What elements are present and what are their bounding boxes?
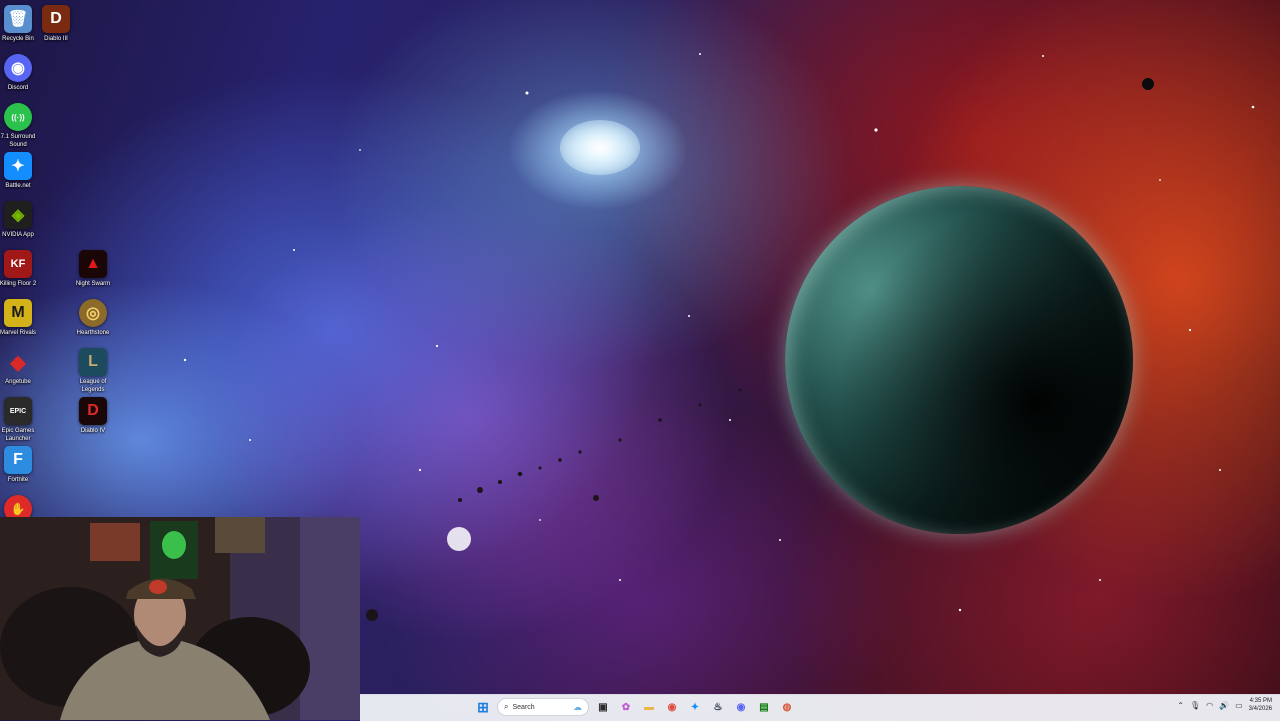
- desktop-icon-epic-games[interactable]: EPIC Epic Games Launcher: [0, 397, 53, 443]
- volume-icon[interactable]: 🔊: [1219, 701, 1229, 710]
- xbox-icon: ▤: [759, 701, 769, 713]
- desktop-icon-hearthstone[interactable]: ◎ Hearthstone: [58, 299, 128, 337]
- killing-floor-icon: KF: [4, 250, 32, 278]
- desktop-icon-diablo-iv[interactable]: D Diablo IV: [58, 397, 128, 435]
- desktop-icon-discord[interactable]: ◉ Discord: [0, 54, 53, 92]
- discord-icon: ◉: [736, 701, 746, 713]
- chevron-up-icon[interactable]: ⌃: [1177, 701, 1184, 710]
- desktop-icon-label: Battle.net: [5, 183, 31, 189]
- epic-games-icon: EPIC: [4, 397, 32, 425]
- battlenet-icon: ✦: [4, 152, 32, 180]
- file-explorer-button[interactable]: ▬: [640, 698, 658, 716]
- copilot-icon: ✿: [621, 701, 631, 713]
- desktop-icon-label: League of Legends: [79, 379, 107, 393]
- steam-icon: ♨: [713, 701, 723, 713]
- task-view-button[interactable]: ▣: [594, 698, 612, 716]
- desktop-icon-label: NVIDIA App: [2, 232, 34, 238]
- nebula-core: [560, 120, 640, 175]
- search-icon: ⌕: [504, 702, 509, 711]
- hearthstone-icon: ◎: [79, 299, 107, 327]
- app-button[interactable]: ◍: [778, 698, 796, 716]
- desktop-icon-label: Epic Games Launcher: [1, 428, 35, 442]
- folder-icon: ▬: [644, 701, 654, 713]
- surround-sound-icon: ((·)): [4, 103, 32, 131]
- desktop-icon-surround-sound[interactable]: ((·)) 7.1 Surround Sound: [0, 103, 53, 149]
- angetube-icon: ◆: [10, 351, 26, 374]
- xbox-button[interactable]: ▤: [755, 698, 773, 716]
- clock-time: 4:35 PM: [1249, 698, 1272, 704]
- desktop-icon-nvidia-app[interactable]: ◈ NVIDIA App: [0, 201, 53, 239]
- nvidia-icon: ◈: [4, 201, 32, 229]
- webcam-feed: [0, 517, 360, 720]
- taskbar-center: ⊞ ⌕ Search ☁ ▣ ✿ ▬ ◉ ✦ ♨ ◉ ▤ ◍: [474, 698, 796, 716]
- desktop-icon-diablo-iii[interactable]: D Diablo III: [21, 5, 91, 43]
- desktop-icon-label: 7.1 Surround Sound: [0, 134, 36, 148]
- discord-taskbar-button[interactable]: ◉: [732, 698, 750, 716]
- clock-date: 3/4/2026: [1248, 706, 1272, 712]
- desktop-icon-label: Killing Floor 2: [0, 281, 37, 287]
- search-placeholder: Search: [512, 703, 535, 711]
- diablo-iv-icon: D: [79, 397, 107, 425]
- desktop-icon-label: Marvel Rivals: [0, 330, 36, 336]
- night-swarm-icon: ▲: [79, 250, 107, 278]
- battery-icon[interactable]: ▭: [1235, 701, 1243, 710]
- discord-icon: ◉: [4, 54, 32, 82]
- desktop-icon-angetube[interactable]: ◆ Angetube: [0, 348, 53, 386]
- desktop-icon-label: Diablo IV: [80, 428, 106, 434]
- app-icon: ◍: [782, 701, 792, 713]
- desktop-icon-label: Fortnite: [7, 477, 29, 483]
- marvel-rivals-icon: M: [4, 299, 32, 327]
- search-box[interactable]: ⌕ Search ☁: [497, 698, 589, 716]
- windows-logo-icon: ⊞: [477, 698, 489, 715]
- chrome-button[interactable]: ◉: [663, 698, 681, 716]
- taskbar: ⊞ ⌕ Search ☁ ▣ ✿ ▬ ◉ ✦ ♨ ◉ ▤ ◍ ⌃ 🎙 ◠ 🔊 ▭…: [360, 694, 1280, 721]
- desktop-icon-label: Diablo III: [44, 36, 68, 42]
- desktop-icon-killing-floor-2[interactable]: KF Killing Floor 2: [0, 250, 53, 288]
- diablo-iii-icon: D: [42, 5, 70, 33]
- task-view-icon: ▣: [598, 701, 608, 713]
- microphone-icon[interactable]: 🎙: [1190, 701, 1200, 710]
- desktop-icon-label: Hearthstone: [76, 330, 110, 336]
- planet: [785, 186, 1133, 534]
- webcam-overlay: [0, 517, 360, 720]
- desktop-icon-fortnite[interactable]: F Fortnite: [0, 446, 53, 484]
- chrome-icon: ◉: [667, 701, 677, 713]
- desktop-icon-label: Night Swarm: [75, 281, 111, 287]
- battlenet-taskbar-button[interactable]: ✦: [686, 698, 704, 716]
- start-button[interactable]: ⊞: [474, 698, 492, 716]
- desktop-icon-battlenet[interactable]: ✦ Battle.net: [0, 152, 53, 190]
- desktop-icon-label: Discord: [7, 85, 29, 91]
- desktop-icon-league-of-legends[interactable]: L League of Legends: [58, 348, 128, 394]
- desktop-icon-marvel-rivals[interactable]: M Marvel Rivals: [0, 299, 53, 337]
- steam-button[interactable]: ♨: [709, 698, 727, 716]
- search-highlight-icon: ☁: [573, 701, 582, 712]
- wifi-icon[interactable]: ◠: [1206, 701, 1213, 710]
- league-of-legends-icon: L: [79, 348, 107, 376]
- fortnite-icon: F: [4, 446, 32, 474]
- desktop-icon-label: Angetube: [5, 379, 31, 385]
- battlenet-icon: ✦: [690, 701, 700, 713]
- copilot-button[interactable]: ✿: [617, 698, 635, 716]
- system-tray: ⌃ 🎙 ◠ 🔊 ▭ 4:35 PM 3/4/2026: [1177, 697, 1272, 713]
- desktop-icon-night-swarm[interactable]: ▲ Night Swarm: [58, 250, 128, 288]
- clock[interactable]: 4:35 PM 3/4/2026: [1249, 697, 1272, 713]
